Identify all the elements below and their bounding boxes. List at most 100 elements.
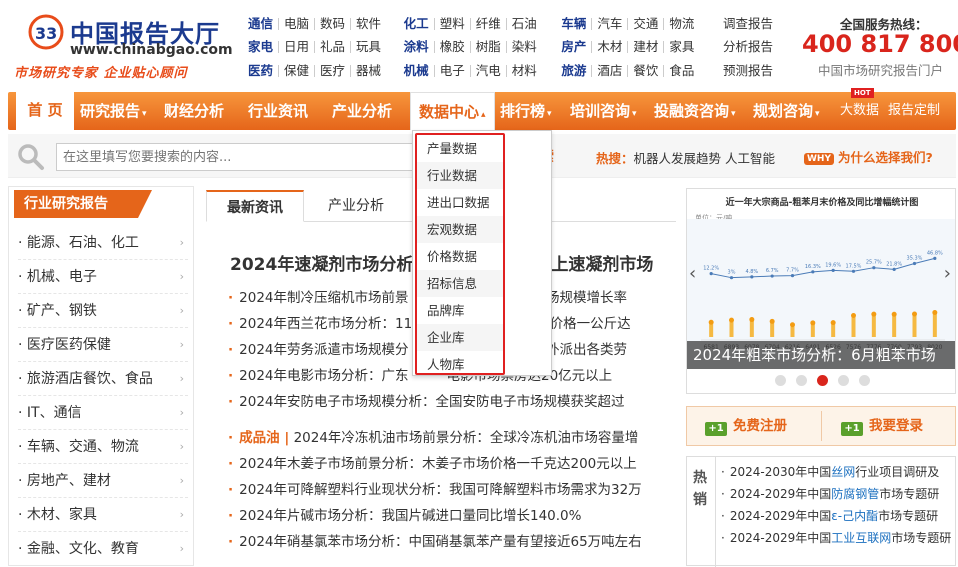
carousel-dot[interactable] (858, 375, 870, 386)
top-nav-link[interactable]: 橡胶 (435, 41, 471, 54)
dropdown-option[interactable]: 人物库 (417, 351, 503, 378)
top-nav-link[interactable]: 保健 (279, 64, 316, 77)
top-nav-link[interactable]: 物流 (664, 17, 699, 30)
top-nav-link[interactable]: 旅游 (561, 64, 593, 77)
sidebar-item[interactable]: · 机械、电子 › (18, 260, 188, 294)
news-item[interactable]: 成品油 | 2024年冷冻机油市场前景分析：全球冷冻机油市场容量增 (228, 425, 678, 451)
carousel-dot[interactable] (774, 375, 786, 386)
top-nav-link[interactable]: 器械 (351, 64, 386, 77)
news-item[interactable]: 2024年片碱市场分析：我国片碱进口量同比增长140.0% (228, 503, 678, 529)
chart-bar-top (891, 311, 897, 317)
top-nav-link[interactable]: 汽电 (471, 64, 507, 77)
top-nav-link[interactable]: 交通 (628, 17, 665, 30)
top-nav-link[interactable]: 酒店 (592, 64, 629, 77)
search-input[interactable] (56, 143, 416, 171)
carousel-dot[interactable] (795, 375, 807, 386)
carousel-next-icon[interactable]: › (944, 263, 951, 284)
top-nav-link[interactable]: 日用 (279, 41, 316, 54)
sidebar-item[interactable]: · 医疗医药保健 › (18, 328, 188, 362)
dropdown-option[interactable]: 行业数据 (417, 162, 503, 189)
top-nav-link[interactable]: 化工 (404, 17, 435, 30)
logo-icon[interactable]: 33 (28, 14, 64, 50)
top-nav-link[interactable]: 材料 (507, 64, 542, 77)
top-nav-link[interactable]: 软件 (351, 17, 386, 30)
top-nav-link[interactable]: 通信 (248, 17, 280, 30)
dropdown-option[interactable]: 招标信息 (417, 270, 503, 297)
nav-finance[interactable]: 财经分析 (164, 92, 224, 130)
why-choose-us-link[interactable]: WHY 为什么选择我们? (804, 147, 933, 166)
nav-planning[interactable]: 规划咨询 ▾ (753, 92, 820, 130)
top-nav-link[interactable]: 医疗 (315, 64, 352, 77)
top-nav-link[interactable]: 涂料 (404, 41, 435, 54)
register-button[interactable]: +1 免费注册 (705, 407, 787, 445)
nav-data-center[interactable]: 数据中心 ▴ (410, 92, 495, 130)
top-nav-link[interactable]: 电子 (435, 64, 471, 77)
news-item[interactable]: 2024年硝基氯苯市场分析：中国硝基氯苯产量有望接近65万吨左右 (228, 529, 678, 555)
hot-sale-item[interactable]: 2024-2029年中国工业互联网市场专题研 (721, 527, 957, 549)
top-nav-link[interactable]: 预测报告 (718, 64, 778, 77)
nav-training[interactable]: 培训咨询 ▾ (570, 92, 637, 130)
hot-sale-item[interactable]: 2024-2030年中国丝网行业项目调研及 (721, 461, 957, 483)
sidebar-item[interactable]: · 木材、家具 › (18, 498, 188, 532)
top-nav-link[interactable]: 房产 (561, 41, 593, 54)
sidebar-item[interactable]: · 能源、石油、化工 › (18, 226, 188, 260)
carousel-dot[interactable] (837, 375, 849, 386)
dropdown-option[interactable]: 进出口数据 (417, 189, 503, 216)
top-nav-link[interactable]: 染料 (507, 41, 542, 54)
news-item[interactable]: 2024年安防电子市场规模分析：全国安防电子市场规模获奖超过 (228, 389, 678, 415)
carousel-dot-active[interactable] (816, 375, 828, 386)
top-nav-link[interactable]: 分析报告 (718, 41, 778, 54)
top-nav-link[interactable]: 食品 (664, 64, 699, 77)
dropdown-option[interactable]: 宏观数据 (417, 216, 503, 243)
dropdown-option[interactable]: 产量数据 (417, 135, 503, 162)
top-nav-link[interactable]: 塑料 (435, 17, 471, 30)
nav-industry-news[interactable]: 行业资讯 (248, 92, 308, 130)
top-nav-link[interactable]: 机械 (404, 64, 435, 77)
top-nav-link[interactable]: 木材 (592, 41, 629, 54)
top-nav-link[interactable]: 车辆 (561, 17, 593, 30)
top-nav-link[interactable]: 电脑 (279, 17, 316, 30)
top-nav-group: 房产 木材 建材 家具 (561, 41, 718, 54)
top-nav-link[interactable]: 礼品 (315, 41, 352, 54)
top-nav-link[interactable]: 家电 (248, 41, 280, 54)
hot-sale-item[interactable]: 2024-2029年中国ε-己内酯市场专题研 (721, 505, 957, 527)
news-item[interactable]: 2024年木姜子市场前景分析：木姜子市场价格一千克达200元以上 (228, 451, 678, 477)
top-nav-link[interactable]: 医药 (248, 64, 280, 77)
news-tag[interactable]: 成品油 | (239, 430, 289, 446)
nav-custom-report[interactable]: 报告定制 (888, 92, 940, 130)
nav-home[interactable]: 首 页 (16, 90, 74, 130)
top-nav-link[interactable]: 树脂 (471, 41, 507, 54)
carousel-prev-icon[interactable]: ‹ (689, 263, 696, 284)
tab-latest-news[interactable]: 最新资讯 (206, 190, 304, 222)
sidebar-item[interactable]: · 车辆、交通、物流 › (18, 430, 188, 464)
dropdown-option[interactable]: 品牌库 (417, 297, 503, 324)
top-nav-link[interactable]: 家具 (664, 41, 699, 54)
chart-growth-label: 4.8% (745, 269, 758, 275)
nav-investment[interactable]: 投融资咨询 ▾ (654, 92, 736, 130)
login-button[interactable]: +1 我要登录 (841, 407, 923, 445)
top-nav-link[interactable]: 餐饮 (628, 64, 665, 77)
banner-caption[interactable]: 2024年粗苯市场分析：6月粗苯市场 (687, 341, 955, 369)
top-nav-link[interactable]: 纤维 (471, 17, 507, 30)
news-item[interactable]: 2024年可降解塑料行业现状分析：我国可降解塑料市场需求为32万 (228, 477, 678, 503)
nav-research-reports[interactable]: 研究报告 ▾ (80, 92, 147, 130)
sidebar-item[interactable]: · 旅游酒店餐饮、食品 › (18, 362, 188, 396)
hot-search-words[interactable]: 机器人发展趋势 人工智能 (634, 151, 775, 166)
banner-carousel[interactable]: 近一年大宗商品-粗苯月末价格及同比增幅统计图 单位：元/吨 658112.2%6… (686, 188, 956, 394)
top-nav-link[interactable]: 数码 (315, 17, 352, 30)
nav-industry-analysis[interactable]: 产业分析 (332, 92, 392, 130)
hot-sale-item[interactable]: 2024-2029年中国防腐钢管市场专题研 (721, 483, 957, 505)
tab-industry-analysis[interactable]: 产业分析 (308, 190, 404, 222)
nav-rankings[interactable]: 排行榜 ▾ (500, 92, 552, 130)
top-nav-link[interactable]: 汽车 (592, 17, 629, 30)
top-nav-link[interactable]: 调查报告 (718, 17, 778, 30)
sidebar-item[interactable]: · 房地产、建材 › (18, 464, 188, 498)
top-nav-link[interactable]: 建材 (628, 41, 665, 54)
sidebar-item[interactable]: · IT、通信 › (18, 396, 188, 430)
sidebar-item[interactable]: · 金融、文化、教育 › (18, 532, 188, 566)
top-nav-link[interactable]: 玩具 (351, 41, 386, 54)
sidebar-item[interactable]: · 矿产、钢铁 › (18, 294, 188, 328)
dropdown-option[interactable]: 企业库 (417, 324, 503, 351)
top-nav-link[interactable]: 石油 (507, 17, 542, 30)
dropdown-option[interactable]: 价格数据 (417, 243, 503, 270)
